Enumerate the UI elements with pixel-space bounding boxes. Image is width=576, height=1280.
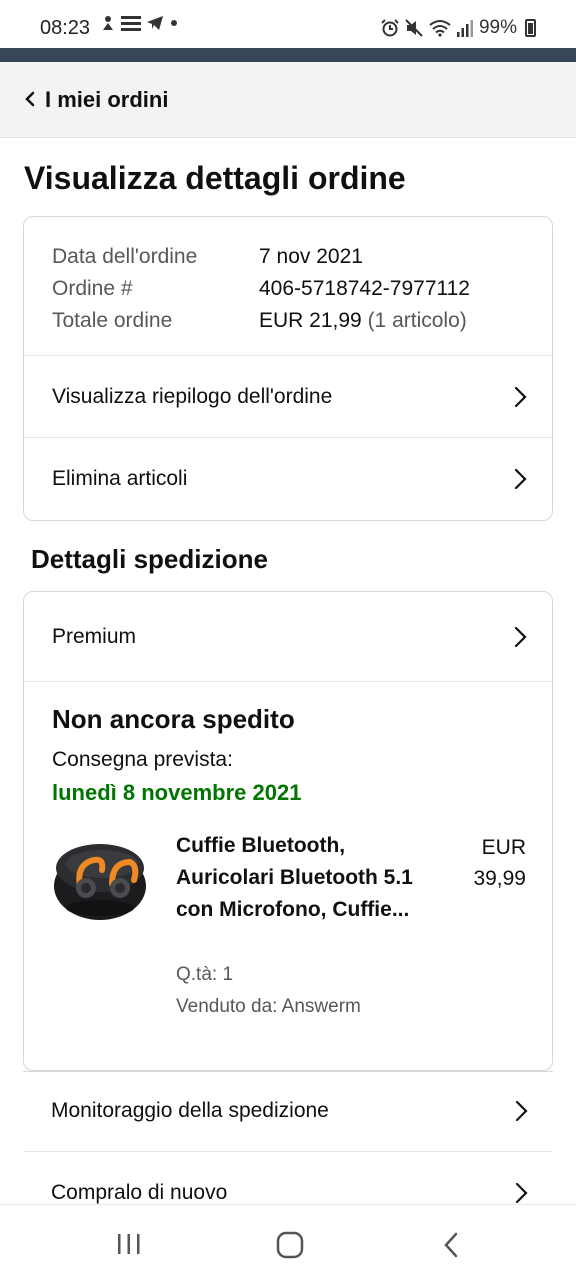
system-navigation-bar	[0, 1204, 576, 1280]
chevron-right-icon	[515, 1182, 528, 1204]
order-number-row: Ordine # 406-5718742-7977112	[52, 273, 524, 305]
order-total-row: Totale ordine EUR 21,99 (1 articolo)	[52, 305, 524, 337]
chevron-left-icon[interactable]	[22, 90, 40, 108]
back-icon[interactable]	[442, 1231, 462, 1259]
shipping-method-label: Premium	[52, 624, 137, 648]
mute-icon	[405, 19, 423, 37]
signal-icon	[456, 20, 473, 37]
track-shipment-label: Monitoraggio della spedizione	[51, 1098, 329, 1122]
chevron-right-icon	[514, 386, 527, 407]
order-number-label: Ordine #	[52, 277, 133, 300]
battery-icon	[525, 19, 536, 37]
status-bar: 08:23 99%	[0, 0, 576, 48]
status-right: 99%	[381, 17, 536, 39]
app-top-strip	[0, 48, 576, 62]
order-total-amount: EUR 21,99	[259, 309, 362, 332]
delivery-estimate-label: Consegna prevista:	[52, 748, 233, 771]
dot-icon	[171, 20, 177, 26]
order-total-value: EUR 21,99 (1 articolo)	[259, 305, 467, 337]
battery-percent: 99%	[478, 17, 517, 38]
order-summary-block: Data dell'ordine 7 nov 2021 Ordine # 406…	[24, 217, 552, 356]
shipping-section-title: Dettagli spedizione	[31, 544, 268, 574]
product-price: EUR 39,99	[436, 832, 526, 894]
product-image[interactable]	[50, 828, 150, 928]
track-shipment-link[interactable]: Monitoraggio della spedizione	[23, 1070, 553, 1152]
recent-apps-icon[interactable]	[116, 1233, 142, 1255]
order-date-row: Data dell'ordine 7 nov 2021	[52, 241, 524, 273]
order-item-count: (1 articolo)	[361, 309, 467, 332]
back-link-label[interactable]: I miei ordini	[45, 87, 168, 113]
shipment-status: Non ancora spedito	[52, 704, 295, 734]
product-price-currency: EUR	[481, 836, 526, 859]
shipment-card: Premium Non ancora spedito Consegna prev…	[23, 591, 553, 1071]
buy-again-label: Compralo di nuovo	[51, 1181, 228, 1204]
order-date-value: 7 nov 2021	[259, 245, 363, 268]
product-title[interactable]: Cuffie Bluetooth, Auricolari Bluetooth 5…	[176, 830, 416, 926]
notification-icons	[100, 14, 179, 32]
view-order-summary-label: Visualizza riepilogo dell'ordine	[52, 384, 333, 408]
back-navigation[interactable]: I miei ordini	[0, 62, 576, 138]
product-quantity: Q.tà: 1	[176, 964, 234, 985]
alarm-icon	[381, 19, 399, 37]
home-icon[interactable]	[276, 1231, 304, 1259]
shipping-method-link[interactable]: Premium	[24, 592, 552, 682]
chevron-right-icon	[514, 468, 527, 490]
delete-items-label: Elimina articoli	[52, 467, 188, 490]
product-seller: Venduto da: Answerm	[176, 996, 361, 1017]
telegram-icon	[147, 16, 163, 30]
notification-app-icon	[103, 16, 113, 30]
order-number-value: 406-5718742-7977112	[259, 277, 470, 300]
delivery-estimate-date: lunedì 8 novembre 2021	[52, 780, 302, 805]
product-price-amount: 39,99	[473, 867, 526, 890]
delete-items-link[interactable]: Elimina articoli	[24, 438, 552, 520]
view-order-summary-link[interactable]: Visualizza riepilogo dell'ordine	[24, 356, 552, 438]
chevron-right-icon	[515, 1100, 528, 1121]
order-date-label: Data dell'ordine	[52, 245, 198, 268]
status-time: 08:23	[40, 17, 91, 39]
wifi-icon	[429, 20, 451, 37]
order-total-label: Totale ordine	[52, 309, 173, 332]
order-info-card: Data dell'ordine 7 nov 2021 Ordine # 406…	[23, 216, 553, 521]
chevron-right-icon	[514, 626, 527, 647]
list-icon	[121, 16, 141, 31]
page-title: Visualizza dettagli ordine	[24, 160, 406, 196]
